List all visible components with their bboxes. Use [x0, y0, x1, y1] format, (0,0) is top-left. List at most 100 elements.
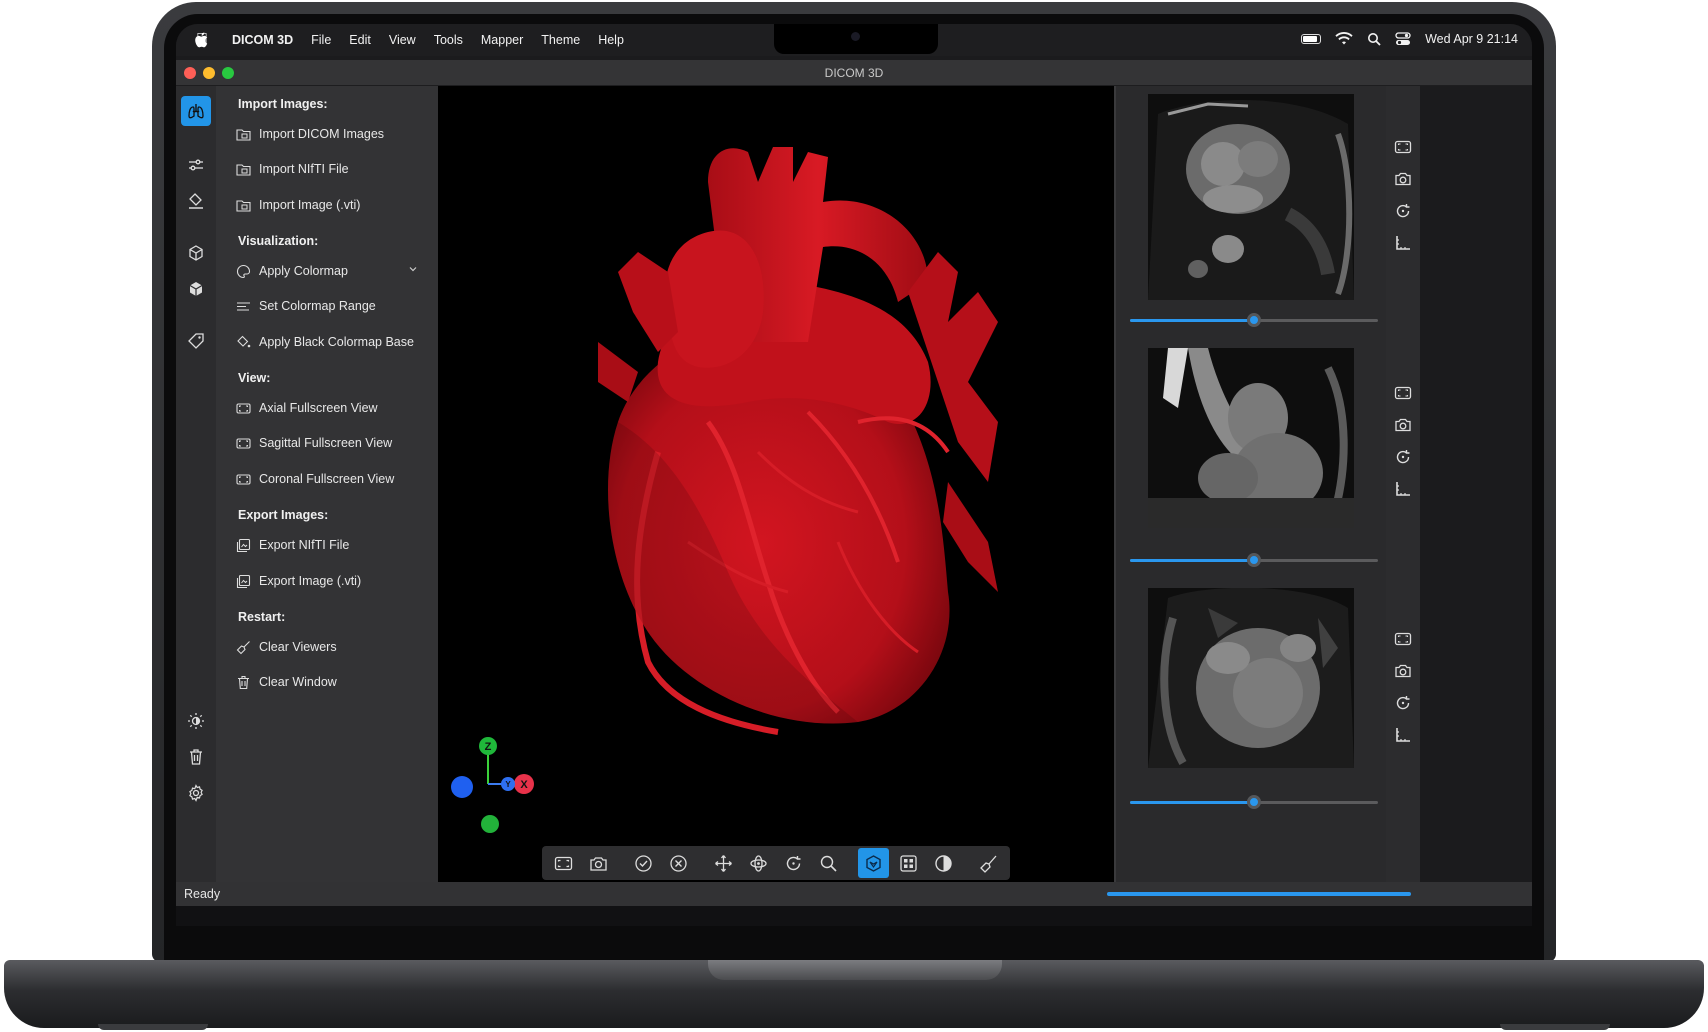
- menu-mapper[interactable]: Mapper: [481, 33, 523, 47]
- tool-grid-button[interactable]: [893, 848, 924, 878]
- tools-panel: Import Images: Import DICOM Images Impor…: [216, 86, 438, 882]
- clear-viewers-button[interactable]: Clear Viewers: [236, 637, 426, 657]
- tool-contrast-button[interactable]: [928, 848, 959, 878]
- rail-cube-solid-button[interactable]: [181, 274, 211, 304]
- sagittal-fullscreen-tool[interactable]: [1394, 384, 1412, 402]
- coronal-slice-slider[interactable]: [1130, 794, 1378, 810]
- icon-rail: [176, 86, 216, 882]
- tool-zoom-button[interactable]: [813, 848, 844, 878]
- coronal-camera-tool[interactable]: [1394, 662, 1412, 680]
- axial-fullscreen-button[interactable]: Axial Fullscreen View: [236, 398, 426, 418]
- camera-icon: [590, 856, 607, 871]
- clear-window-button[interactable]: Clear Window: [236, 672, 426, 692]
- import-nifti-button[interactable]: Import NIfTI File: [236, 159, 426, 179]
- battery-icon[interactable]: [1301, 34, 1322, 44]
- menu-view[interactable]: View: [389, 33, 416, 47]
- tool-fullscreen-button[interactable]: [548, 848, 579, 878]
- progress-fill: [1107, 892, 1411, 896]
- tool-rotate-3d-button[interactable]: [743, 848, 774, 878]
- slider-knob[interactable]: [1247, 795, 1261, 809]
- rail-brightness-button[interactable]: [181, 706, 211, 736]
- slice-tools-column: [1386, 86, 1420, 882]
- sagittal-slice-view[interactable]: [1148, 348, 1354, 528]
- section-view-title: View:: [238, 371, 271, 385]
- import-vti-label: Import Image (.vti): [259, 198, 361, 212]
- axial-slice-slider[interactable]: [1130, 312, 1378, 328]
- slider-knob[interactable]: [1247, 313, 1261, 327]
- axial-measure-tool[interactable]: [1394, 234, 1412, 252]
- sagittal-measure-tool[interactable]: [1394, 480, 1412, 498]
- menubar-datetime[interactable]: Wed Apr 9 21:14: [1425, 32, 1518, 46]
- rotate-icon: [1396, 450, 1410, 464]
- axis-x-label: X: [520, 779, 528, 791]
- tool-volume-render-button[interactable]: [857, 848, 890, 878]
- sagittal-ct-image: [1148, 348, 1354, 528]
- rotate-icon: [1396, 204, 1410, 218]
- coronal-rotate-tool[interactable]: [1394, 694, 1412, 712]
- slider-knob[interactable]: [1247, 553, 1261, 567]
- import-vti-button[interactable]: Import Image (.vti): [236, 195, 426, 215]
- tool-rotate-button[interactable]: [778, 848, 809, 878]
- rail-lungs-button[interactable]: [181, 96, 211, 126]
- rail-sliders-button[interactable]: [181, 150, 211, 180]
- wifi-icon[interactable]: [1335, 32, 1353, 46]
- export-vti-button[interactable]: Export Image (.vti): [236, 571, 426, 591]
- x-circle-icon: [670, 854, 687, 872]
- tool-screenshot-button[interactable]: [583, 848, 614, 878]
- export-nifti-button[interactable]: Export NIfTI File: [236, 535, 426, 555]
- trash-icon: [190, 749, 202, 765]
- rail-settings-button[interactable]: [181, 778, 211, 808]
- sagittal-camera-tool[interactable]: [1394, 416, 1412, 434]
- tool-pan-button[interactable]: [708, 848, 739, 878]
- menu-file[interactable]: File: [311, 33, 331, 47]
- axial-fullscreen-tool[interactable]: [1394, 138, 1412, 156]
- slider-fill: [1130, 559, 1254, 562]
- tool-confirm-button[interactable]: [628, 848, 659, 878]
- apple-logo-icon[interactable]: [194, 32, 208, 48]
- coronal-fullscreen-tool[interactable]: [1394, 630, 1412, 648]
- fullscreen-icon: [554, 856, 573, 870]
- tool-brush-button[interactable]: [973, 848, 1004, 878]
- menu-tools[interactable]: Tools: [434, 33, 463, 47]
- rotate-3d-icon: [750, 854, 767, 872]
- slider-fill: [1130, 319, 1254, 322]
- sagittal-slice-slider[interactable]: [1130, 552, 1378, 568]
- export-vti-label: Export Image (.vti): [259, 574, 362, 588]
- rail-cube-outline-button[interactable]: [181, 238, 211, 268]
- laptop-hinge-notch: [708, 960, 1002, 980]
- apply-colormap-dropdown[interactable]: Apply Colormap: [236, 261, 426, 281]
- control-center-icon[interactable]: [1395, 32, 1411, 46]
- volume-icon: [866, 854, 881, 872]
- axial-rotate-tool[interactable]: [1394, 202, 1412, 220]
- spotlight-search-icon[interactable]: [1367, 32, 1381, 46]
- coronal-fullscreen-button[interactable]: Coronal Fullscreen View: [236, 469, 426, 489]
- coronal-slice-view[interactable]: [1148, 588, 1354, 768]
- menu-edit[interactable]: Edit: [349, 33, 371, 47]
- menu-help[interactable]: Help: [598, 33, 624, 47]
- rail-trash-button[interactable]: [181, 742, 211, 772]
- axial-slice-view[interactable]: [1148, 94, 1354, 300]
- menu-app-name[interactable]: DICOM 3D: [232, 33, 293, 47]
- sagittal-rotate-tool[interactable]: [1394, 448, 1412, 466]
- apply-black-base-label: Apply Black Colormap Base: [259, 335, 414, 349]
- rail-tag-button[interactable]: [181, 326, 211, 356]
- import-dicom-button[interactable]: Import DICOM Images: [236, 124, 426, 144]
- menu-items: DICOM 3D File Edit View Tools Mapper The…: [232, 33, 642, 47]
- axial-camera-tool[interactable]: [1394, 170, 1412, 188]
- zoom-icon: [820, 855, 837, 872]
- coronal-measure-tool[interactable]: [1394, 726, 1412, 744]
- tool-cancel-button[interactable]: [663, 848, 694, 878]
- volume-render-viewport[interactable]: Z X Y: [438, 86, 1114, 882]
- chevron-down-icon: [409, 267, 417, 272]
- set-colormap-range-button[interactable]: Set Colormap Range: [236, 296, 426, 316]
- fullscreen-icon: [1394, 386, 1412, 400]
- export-nifti-label: Export NIfTI File: [259, 538, 350, 552]
- menu-theme[interactable]: Theme: [541, 33, 580, 47]
- set-colormap-range-label: Set Colormap Range: [259, 299, 376, 313]
- rotate-icon: [1396, 696, 1410, 710]
- apply-black-base-button[interactable]: Apply Black Colormap Base: [236, 332, 426, 352]
- window-right-edge: [1420, 86, 1532, 882]
- clear-window-label: Clear Window: [259, 675, 337, 689]
- rail-paint-bucket-button[interactable]: [181, 186, 211, 216]
- sagittal-fullscreen-button[interactable]: Sagittal Fullscreen View: [236, 433, 426, 453]
